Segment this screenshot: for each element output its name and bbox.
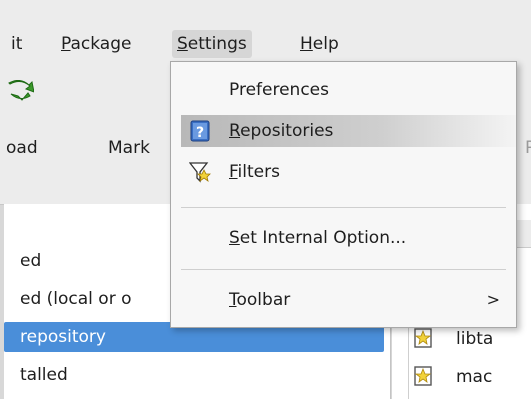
toolbar-partial-button[interactable]: P (525, 136, 531, 160)
reload-button[interactable]: oad (6, 136, 38, 160)
menu-item-mnemonic: S (229, 228, 240, 248)
menu-item-mnemonic: F (229, 162, 238, 182)
filter-list-item-label: ed (local or o (20, 289, 132, 309)
menu-help-label: elp (312, 34, 339, 54)
menu-item-toolbar[interactable]: Toolbar > (181, 284, 516, 316)
package-name: libta (456, 329, 494, 349)
menu-help-mnemonic: H (300, 34, 313, 54)
menu-item-label: epositories (240, 121, 334, 141)
menu-item-repositories[interactable]: ? Repositories (181, 115, 516, 147)
repositories-icon: ? (190, 120, 210, 142)
menu-settings-mnemonic: S (177, 34, 188, 54)
menu-item-preferences[interactable]: Preferences (181, 74, 516, 106)
mark-button[interactable]: Mark (108, 136, 150, 160)
menu-edit[interactable]: it (6, 30, 27, 58)
menu-edit-label: it (11, 34, 23, 54)
new-package-icon[interactable] (414, 328, 432, 348)
menu-separator (181, 269, 506, 270)
menu-item-filters[interactable]: Filters (181, 156, 516, 188)
menu-package-label: ackage (70, 34, 132, 54)
package-row[interactable]: mac (392, 362, 531, 392)
menu-settings-label: ettings (187, 34, 247, 54)
svg-text:?: ? (196, 125, 204, 141)
package-row[interactable]: libta (392, 324, 531, 354)
filter-list-item-label: ed (20, 251, 42, 271)
menu-item-label: et Internal Option... (239, 228, 407, 248)
settings-menu: Preferences ? Repositories Filters Set I… (170, 61, 517, 328)
menu-item-mnemonic: R (229, 121, 241, 141)
menu-package[interactable]: Package (56, 30, 136, 58)
menu-item-label: ilters (237, 162, 280, 182)
filter-list-item[interactable]: talled (4, 360, 384, 390)
menu-item-mnemonic: T (229, 290, 237, 310)
package-name: mac (456, 367, 493, 387)
filter-list-item-label: repository (20, 327, 106, 347)
reload-icon[interactable] (8, 80, 34, 102)
filters-icon (189, 162, 211, 183)
menu-settings[interactable]: Settings (172, 30, 252, 58)
menu-separator (181, 207, 506, 208)
menu-help[interactable]: Help (295, 30, 344, 58)
menu-item-set-internal-option[interactable]: Set Internal Option... (181, 222, 516, 254)
submenu-arrow-icon: > (486, 290, 500, 309)
new-package-icon[interactable] (414, 366, 432, 386)
filter-list-item-label: talled (20, 365, 68, 385)
menu-item-label: Preferences (229, 80, 329, 100)
menu-package-mnemonic: P (61, 34, 71, 54)
menu-item-label: oolbar (236, 290, 291, 310)
